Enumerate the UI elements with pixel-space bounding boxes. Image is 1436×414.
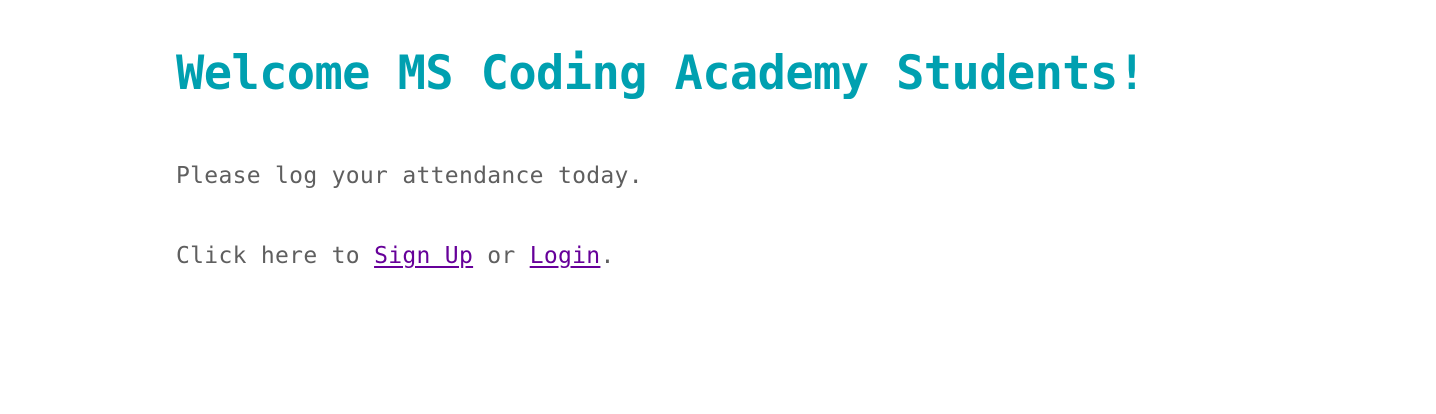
signup-link[interactable]: Sign Up bbox=[374, 243, 473, 269]
page-container: Welcome MS Coding Academy Students! Plea… bbox=[0, 0, 1436, 414]
auth-prompt-prefix: Click here to bbox=[176, 243, 375, 269]
attendance-message: Please log your attendance today. bbox=[176, 163, 643, 189]
page-title: Welcome MS Coding Academy Students! bbox=[176, 46, 1146, 101]
auth-prompt-separator: or bbox=[473, 243, 530, 269]
login-link[interactable]: Login bbox=[530, 243, 601, 269]
auth-prompt: Click here to Sign Up or Login. bbox=[176, 240, 615, 272]
auth-prompt-suffix: . bbox=[600, 243, 615, 269]
